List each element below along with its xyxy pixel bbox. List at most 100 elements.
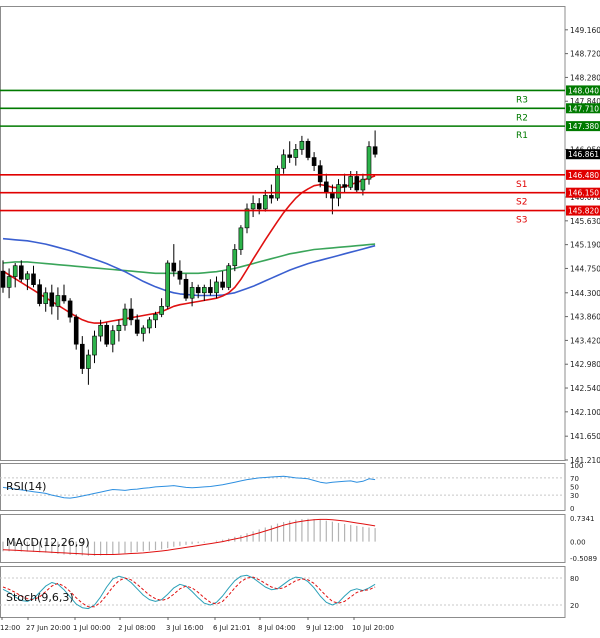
candle-bear	[61, 295, 67, 302]
price-tick-label: 143.860	[570, 313, 600, 322]
candle-bear	[80, 343, 85, 369]
ma-blue-line	[2, 237, 376, 297]
candle-bear	[317, 165, 323, 183]
time-tick-label: 27 Jun 20:00	[26, 624, 70, 632]
rsi-pane-frame	[0, 463, 566, 511]
main-pane-frame	[0, 6, 566, 461]
candle-bear	[104, 324, 109, 345]
price-tick-label: 144.300	[570, 289, 600, 298]
candle-bull	[110, 330, 116, 345]
price-tick-label: 149.160	[570, 26, 600, 35]
candle-bull	[275, 168, 280, 199]
price-tick-label: 142.540	[570, 384, 600, 393]
candle-bear	[305, 140, 311, 158]
candle-bear	[208, 287, 213, 294]
level-name-s1: S1	[516, 180, 527, 190]
candle-bear	[311, 157, 317, 166]
candle-bull	[262, 195, 268, 210]
chart-canvas: 149.160148.720148.280147.840146.950146.0…	[0, 6, 600, 632]
candle-bull	[293, 149, 299, 158]
time-tick-label: 8 Jul 04:00	[258, 624, 296, 632]
price-tick-label: 144.750	[570, 264, 600, 273]
candle-bear	[195, 287, 201, 294]
forex-chart: 149.160148.720148.280147.840146.950146.0…	[0, 0, 600, 634]
candle-bear	[256, 203, 262, 210]
level-price-label: 148.040	[568, 86, 599, 95]
candle-bull	[86, 354, 91, 369]
candle-bear	[73, 316, 79, 345]
candle-bear	[287, 154, 293, 158]
stoch-label: Stoch(9,6,3)	[6, 591, 74, 604]
price-tick-label: 145.190	[570, 241, 600, 250]
macd-tick-label: 0.00	[570, 539, 586, 547]
candle-bull	[189, 287, 195, 299]
candle-bear	[37, 284, 42, 304]
candle-bear	[171, 262, 177, 272]
candle-bull	[153, 314, 158, 321]
macd-tick-label: -0.5089	[570, 555, 597, 563]
rsi-label: RSI(14)	[6, 480, 46, 493]
candle-bull	[244, 208, 250, 229]
level-price-label: 146.150	[568, 189, 599, 198]
candle-bull	[214, 281, 219, 294]
level-name-s2: S2	[516, 198, 527, 208]
level-price-label: 147.380	[568, 122, 599, 131]
rsi-tick-label: 70	[570, 475, 579, 483]
ma-green-line	[2, 243, 376, 275]
level-name-s3: S3	[516, 216, 527, 226]
price-tick-label: 141.650	[570, 432, 600, 441]
price-tick-label: 148.720	[570, 50, 600, 59]
candle-bear	[269, 195, 274, 199]
level-name-r3: R3	[516, 95, 528, 105]
candle-bull	[25, 273, 30, 280]
price-tick-label: 143.420	[570, 336, 600, 345]
candle-bull	[299, 140, 305, 150]
candle-bear	[183, 278, 189, 299]
candle-bull	[43, 292, 49, 304]
time-tick-label: 2 Jul 08:00	[118, 624, 156, 632]
candle-bull	[238, 227, 244, 250]
candle-bull	[250, 203, 256, 210]
candle-bear	[323, 181, 329, 193]
price-tick-label: 148.280	[570, 73, 600, 82]
current-price-label: 146.861	[568, 150, 599, 159]
stoch-tick-label: 80	[570, 575, 579, 583]
candle-bear	[354, 176, 360, 191]
time-tick-label: 6 Jul 21:01	[213, 624, 251, 632]
candle-bull	[232, 249, 238, 267]
rsi-tick-label: 30	[570, 492, 579, 500]
stoch-pane-frame	[0, 566, 566, 618]
candle-bear	[67, 300, 73, 318]
candle-bear	[128, 308, 134, 321]
candle-bull	[336, 184, 341, 199]
candle-bear	[372, 146, 378, 155]
stoch-tick-label: 20	[570, 602, 579, 610]
candle-bear	[177, 270, 183, 280]
candle-bull	[165, 262, 170, 307]
candle-bear	[330, 192, 335, 199]
candle-bull	[122, 308, 128, 326]
level-name-r1: R1	[516, 131, 528, 141]
candle-bull	[226, 265, 231, 288]
candle-bear	[0, 270, 6, 288]
candle-bear	[31, 273, 36, 285]
candle-bull	[55, 295, 61, 307]
candle-bull	[12, 265, 18, 277]
macd-label: MACD(12,26,9)	[6, 536, 90, 549]
candle-bull	[116, 324, 122, 331]
candle-bull	[202, 287, 207, 294]
candle-bear	[18, 265, 24, 280]
time-tick-label: 3 Jul 16:00	[166, 624, 204, 632]
candle-bull	[141, 327, 146, 334]
candle-bull	[147, 319, 152, 329]
candle-bull	[360, 178, 366, 191]
price-tick-label: 142.100	[570, 408, 600, 417]
level-price-label: 147.710	[568, 104, 599, 113]
candle-bull	[159, 306, 164, 315]
time-tick-label: 12:00	[0, 624, 20, 632]
level-price-label: 146.480	[568, 171, 599, 180]
candle-bull	[98, 324, 103, 337]
level-name-r2: R2	[516, 113, 528, 123]
candle-bull	[6, 276, 12, 288]
time-tick-label: 10 Jul 20:00	[352, 624, 394, 632]
